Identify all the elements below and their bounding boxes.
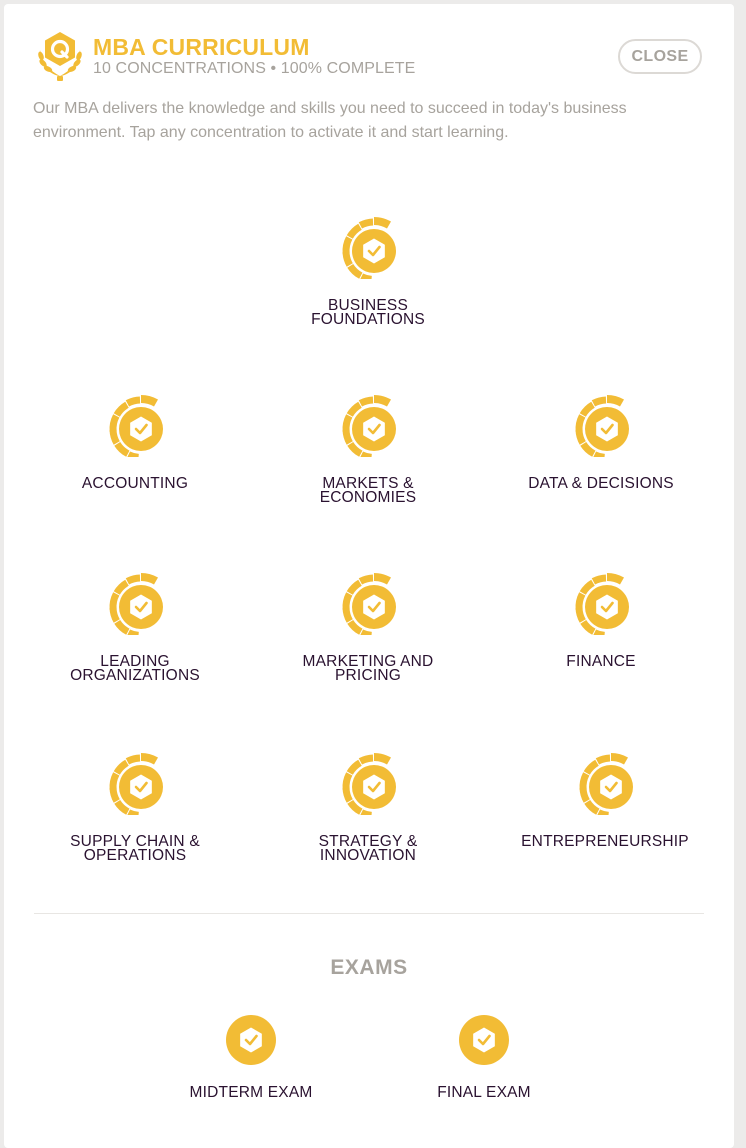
exams-heading: EXAMS	[330, 956, 408, 979]
concentration-business-foundations[interactable]: BUSINESS FOUNDATIONS	[263, 209, 473, 339]
progress-ring-check-icon	[109, 753, 163, 815]
progress-ring-check-icon	[342, 753, 396, 815]
concentration-label: LEADING ORGANIZATIONS	[70, 653, 200, 684]
concentration-label: BUSINESS FOUNDATIONS	[311, 297, 425, 328]
progress-ring-check-icon	[575, 573, 629, 635]
concentration-label: STRATEGY & INNOVATION	[318, 833, 418, 864]
concentration-markets-economies[interactable]: MARKETS & ECONOMIES	[263, 387, 473, 517]
concentration-data-decisions[interactable]: DATA & DECISIONS	[496, 387, 706, 517]
concentration-label: FINANCE	[566, 653, 636, 670]
concentration-supply-chain[interactable]: SUPPLY CHAIN & OPERATIONS	[30, 745, 240, 875]
concentration-leading-organizations[interactable]: LEADING ORGANIZATIONS	[30, 565, 240, 695]
progress-ring-check-icon	[579, 753, 633, 815]
circle-check-icon	[459, 1015, 509, 1065]
concentration-label: DATA & DECISIONS	[528, 475, 674, 492]
concentration-finance[interactable]: FINANCE	[496, 565, 706, 695]
concentration-accounting[interactable]: ACCOUNTING	[30, 387, 240, 517]
concentration-marketing-pricing[interactable]: MARKETING AND PRICING	[263, 565, 473, 695]
concentration-label: SUPPLY CHAIN & OPERATIONS	[70, 833, 200, 864]
progress-ring-check-icon	[342, 573, 396, 635]
midterm-exam[interactable]: MIDTERM EXAM	[161, 1014, 341, 1104]
concentration-label: ENTREPRENEURSHIP	[521, 833, 689, 850]
page-title: MBA CURRICULUM	[93, 34, 310, 60]
progress-ring-check-icon	[342, 217, 396, 279]
curriculum-panel: MBA CURRICULUM 10 CONCENTRATIONS • 100% …	[4, 4, 734, 1148]
curriculum-description: Our MBA delivers the knowledge and skill…	[33, 100, 627, 141]
completion-status: 10 CONCENTRATIONS • 100% COMPLETE	[93, 60, 416, 77]
progress-ring-check-icon	[575, 395, 629, 457]
concentration-strategy-innovation[interactable]: STRATEGY & INNOVATION	[263, 745, 473, 875]
progress-ring-check-icon	[109, 573, 163, 635]
final-exam[interactable]: FINAL EXAM	[394, 1014, 574, 1104]
progress-ring-check-icon	[342, 395, 396, 457]
circle-check-icon	[226, 1015, 276, 1065]
concentration-label: MARKETS & ECONOMIES	[319, 475, 417, 506]
laurel-hexagon-logo-icon	[38, 32, 82, 81]
close-button[interactable]: CLOSE	[618, 39, 702, 74]
section-divider	[34, 913, 704, 914]
concentration-label: MARKETING AND PRICING	[302, 653, 434, 684]
concentration-entrepreneurship[interactable]: ENTREPRENEURSHIP	[500, 745, 710, 875]
exam-label: MIDTERM EXAM	[189, 1084, 313, 1101]
exam-label: FINAL EXAM	[437, 1084, 531, 1101]
concentration-label: ACCOUNTING	[81, 475, 189, 492]
progress-ring-check-icon	[109, 395, 163, 457]
